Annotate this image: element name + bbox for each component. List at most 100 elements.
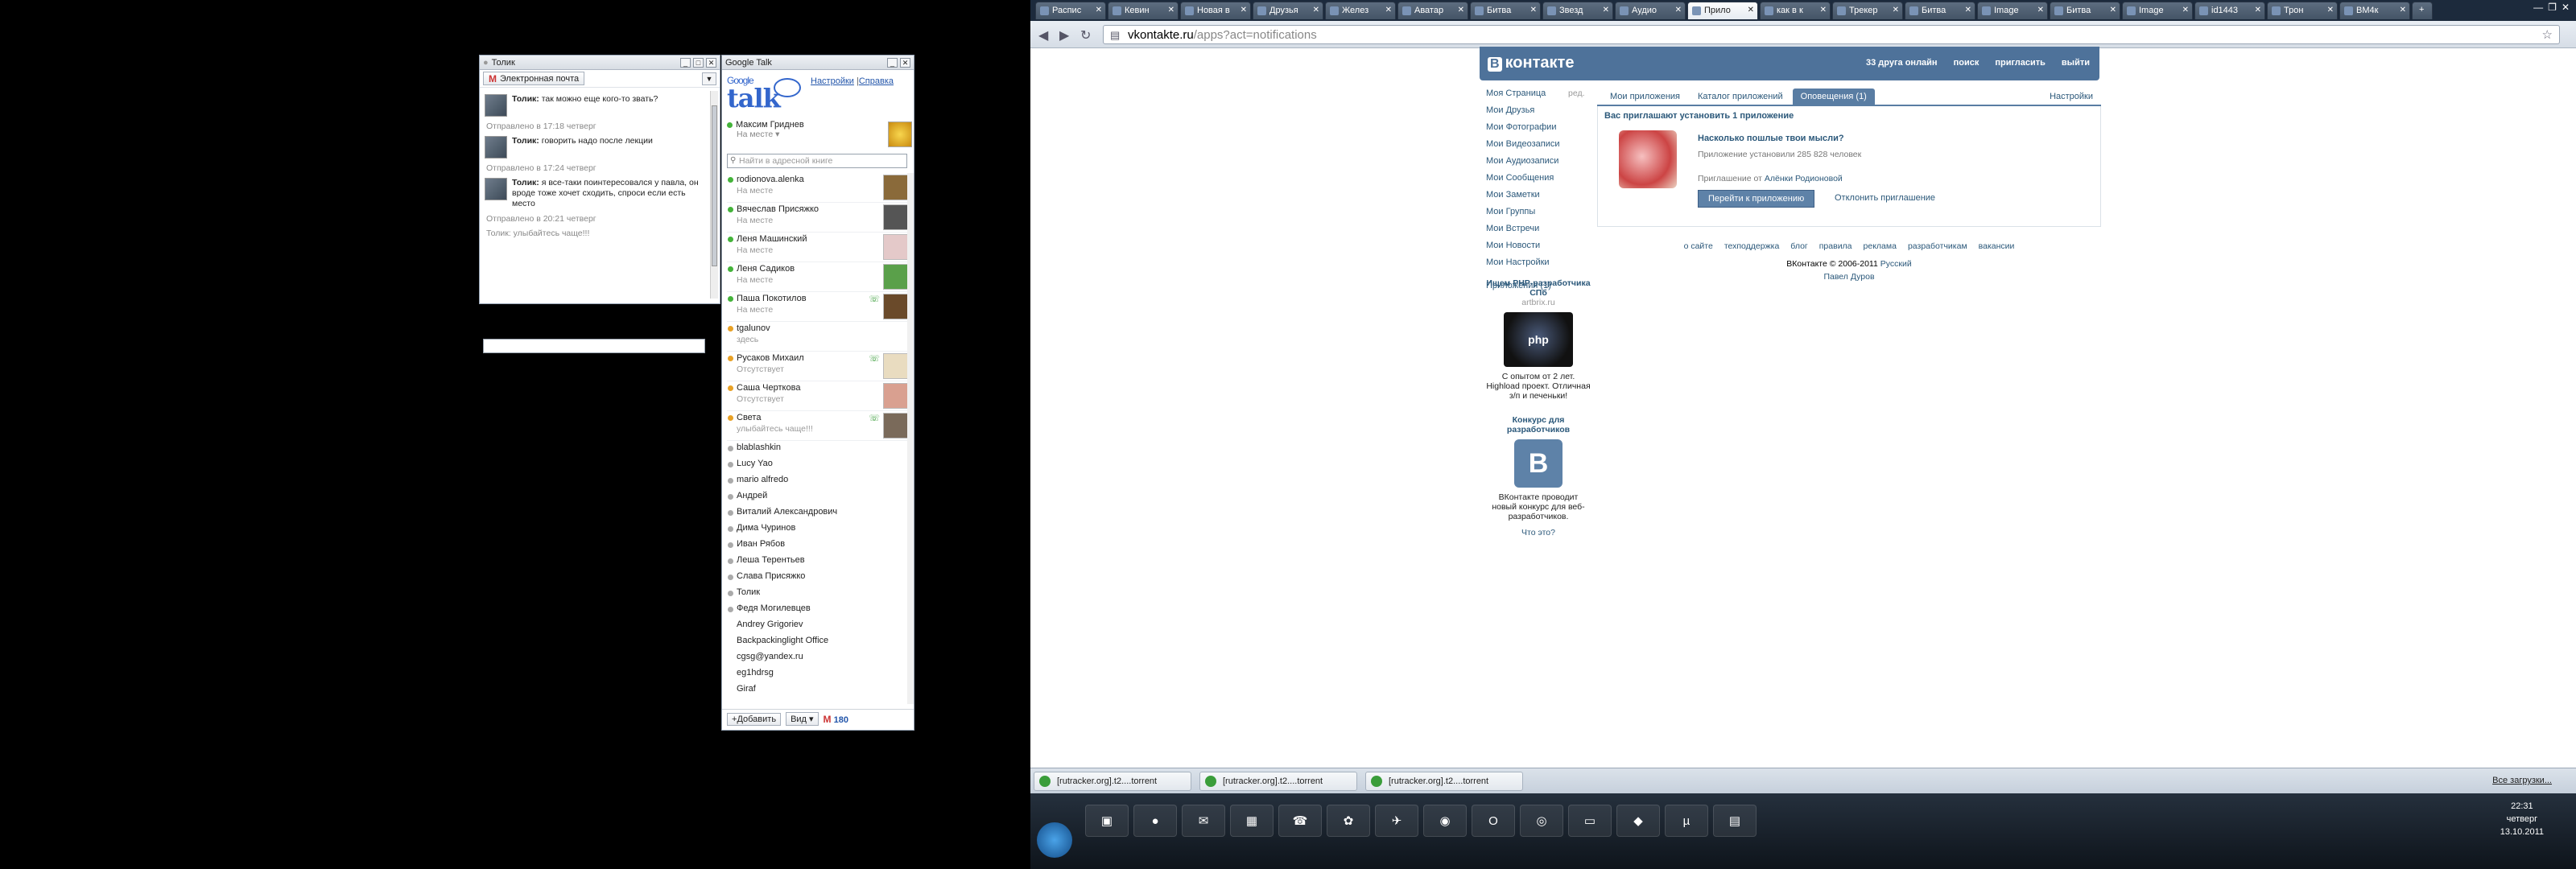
view-button[interactable]: Вид ▾ [786,712,819,726]
browser-tab[interactable]: id1443 ✕ [2194,2,2265,19]
taskbar-app-icon[interactable]: O [1472,805,1515,837]
add-contact-button[interactable]: +Добавить [727,712,782,726]
contact-list-scrollbar[interactable] [907,173,914,704]
contact-avatar[interactable] [883,413,909,439]
browser-tab[interactable]: Друзья ✕ [1253,2,1323,19]
tab-close-icon[interactable]: ✕ [1965,6,1971,14]
browser-tab[interactable]: Аватар ✕ [1397,2,1468,19]
taskbar-app-icon[interactable]: ◉ [1423,805,1467,837]
taskbar-app-icon[interactable]: ✈ [1375,805,1418,837]
all-downloads-link[interactable]: Все загрузки... [2492,776,2552,785]
chat-titlebar[interactable]: ● Толик _ □ ✕ [480,56,720,70]
contact-item[interactable]: Паша Покотилов На месте ☏ [727,292,909,322]
vk-menu-item[interactable]: Мои Сообщения [1486,173,1591,190]
contact-item[interactable]: Andrey Grigoriev [727,618,909,634]
download-item[interactable]: [rutracker.org].t2....torrent [1365,772,1523,791]
tab-app-catalog[interactable]: Каталог приложений [1690,89,1791,105]
taskbar-app-icon[interactable]: ▤ [1713,805,1757,837]
back-button[interactable]: ◀ [1038,27,1048,43]
contact-item[interactable]: mario alfredo [727,473,909,489]
contact-avatar[interactable] [883,383,909,409]
tab-close-icon[interactable]: ✕ [2037,6,2044,14]
contact-item[interactable]: Иван Рябов [727,537,909,554]
browser-tab[interactable]: ВМ4к ✕ [2339,2,2410,19]
invite-from-link[interactable]: Алёнки Родионовой [1765,174,1843,183]
contact-item[interactable]: Giraf [727,682,909,698]
browser-tab[interactable]: Image ✕ [2122,2,2193,19]
contact-item[interactable]: Леша Терентьев [727,554,909,570]
contact-item[interactable]: Lucy Yao [727,457,909,473]
contact-item[interactable]: Виталий Александрович [727,505,909,521]
taskbar-app-icon[interactable]: ◎ [1520,805,1563,837]
browser-tab[interactable]: Битва ✕ [1470,2,1541,19]
contact-item[interactable]: Света улыбайтесь чаще!!! ☏ [727,411,909,441]
tab-close-icon[interactable]: ✕ [2400,6,2406,14]
contact-avatar[interactable] [883,234,909,260]
taskbar-app-icon[interactable]: ◆ [1616,805,1660,837]
tab-close-icon[interactable]: ✕ [1893,6,1899,14]
contact-item[interactable]: Вячеслав Присяжко На месте [727,203,909,233]
tab-settings[interactable]: Настройки [2041,89,2101,105]
contact-item[interactable]: Backpackinglight Office [727,634,909,650]
taskbar-app-icon[interactable]: ▣ [1085,805,1129,837]
help-link[interactable]: Справка [859,76,894,86]
logout-link[interactable]: выйти [2062,58,2090,68]
address-book-search[interactable]: ⚲ Найти в адресной книге [727,154,907,168]
close-button[interactable]: ✕ [900,57,910,68]
contact-item[interactable]: rodionova.alenka На месте [727,173,909,203]
contact-item[interactable]: Дима Чуринов [727,521,909,537]
tab-close-icon[interactable]: ✕ [1675,6,1682,14]
tab-close-icon[interactable]: ✕ [2110,6,2116,14]
contact-item[interactable]: Саша Черткова Отсутствует [727,381,909,411]
email-button[interactable]: M Электронная почта [483,72,585,85]
maximize-button[interactable]: □ [693,57,704,68]
contact-item[interactable]: Федя Могилевцев [727,602,909,618]
close-button[interactable]: ✕ [706,57,716,68]
vk-menu-item[interactable]: Мои Настройки [1486,257,1591,274]
tab-close-icon[interactable]: ✕ [1458,6,1464,14]
chat-message-input[interactable] [483,339,705,353]
contact-item[interactable]: tgalunov здесь [727,322,909,352]
contact-avatar[interactable] [883,353,909,379]
gtalk-titlebar[interactable]: Google Talk _ ✕ [722,56,914,70]
new-tab-button[interactable]: + [2412,2,2433,19]
browser-tab[interactable]: Трекер ✕ [1832,2,1903,19]
ad-title[interactable]: Ищем PHP-разработчика СПб [1486,278,1591,298]
download-item[interactable]: [rutracker.org].t2....torrent [1199,772,1357,791]
contact-item[interactable]: Русаков Михаил Отсутствует ☏ [727,352,909,381]
author-link[interactable]: Павел Дуров [1597,272,2101,282]
tab-close-icon[interactable]: ✕ [1603,6,1609,14]
app-title[interactable]: Насколько пошлые твои мысли? [1698,134,1844,143]
taskbar-app-icon[interactable]: µ [1665,805,1708,837]
invite-link[interactable]: пригласить [1995,58,2046,68]
tab-close-icon[interactable]: ✕ [1241,6,1247,14]
tab-close-icon[interactable]: ✕ [2182,6,2189,14]
settings-link[interactable]: Настройки [811,76,854,86]
minimize-button[interactable]: _ [887,57,898,68]
my-status-dropdown[interactable]: На месте ▾ [737,130,907,139]
vk-menu-item[interactable]: Мои Аудиозаписи [1486,156,1591,173]
browser-tab[interactable]: Битва ✕ [1905,2,1975,19]
what-is-this-link[interactable]: Что это? [1486,528,1591,537]
contact-item[interactable]: eg1hdrsg [727,666,909,682]
reload-button[interactable]: ↻ [1080,27,1091,43]
app-thumbnail[interactable] [1619,130,1677,188]
browser-tab[interactable]: Прило ✕ [1687,2,1758,19]
chat-options-dropdown[interactable]: ▼ [702,72,716,85]
my-avatar[interactable] [888,121,912,147]
footer-link[interactable]: техподдержка [1724,241,1779,251]
browser-tab[interactable]: Распис ✕ [1035,2,1106,19]
footer-link[interactable]: разработчикам [1908,241,1967,251]
browser-tab[interactable]: как в к ✕ [1760,2,1831,19]
contact-item[interactable]: blablashkin [727,441,909,457]
vk-logo[interactable]: Вконтакте [1488,54,1574,72]
tab-notifications[interactable]: Оповещения (1) [1792,89,1875,105]
friends-online-link[interactable]: 33 друга онлайн [1866,58,1938,68]
taskbar-app-icon[interactable]: ✿ [1327,805,1370,837]
chat-scrollbar[interactable] [710,91,718,299]
ad-image[interactable]: php [1504,312,1573,367]
close-button[interactable]: ✕ [2562,2,2570,13]
start-button[interactable] [1037,822,1072,858]
browser-tab[interactable]: Битва ✕ [2050,2,2120,19]
tab-close-icon[interactable]: ✕ [1530,6,1537,14]
